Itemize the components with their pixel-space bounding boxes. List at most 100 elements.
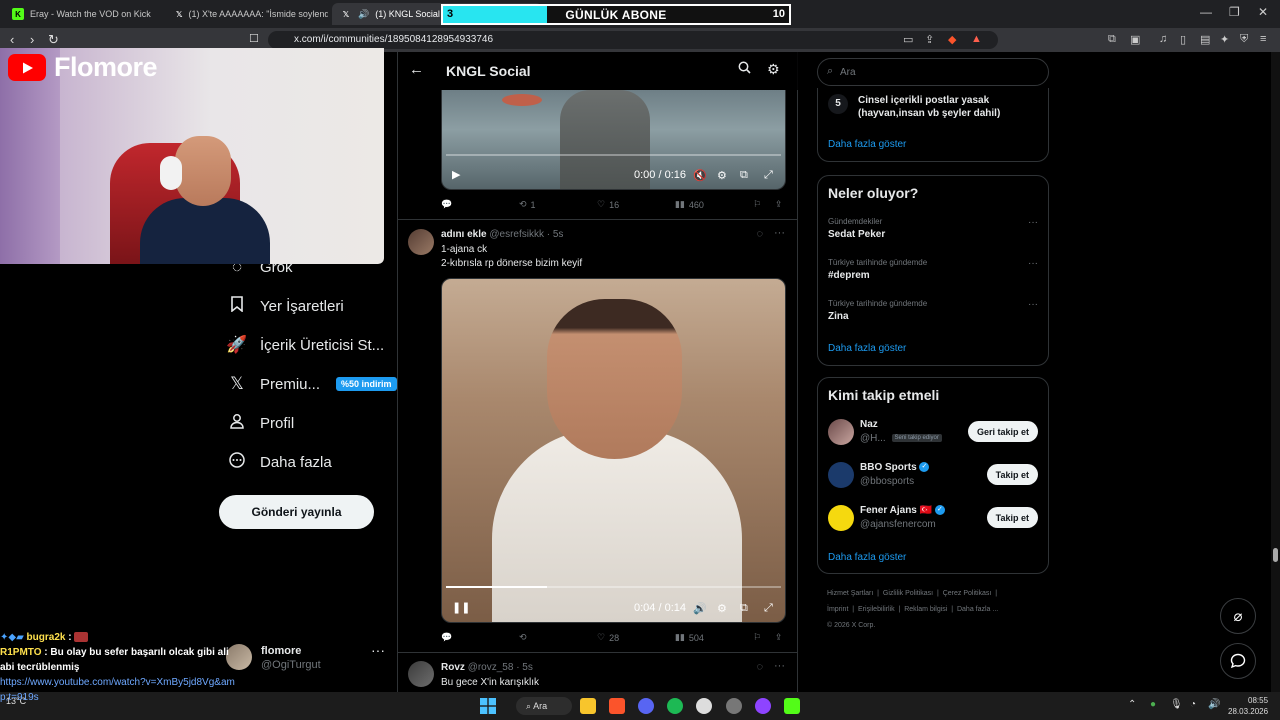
follow-suggestion-name[interactable]: BBO Sports — [860, 462, 917, 473]
video-progress[interactable] — [446, 586, 781, 588]
file-explorer-icon[interactable] — [580, 698, 596, 714]
music-icon[interactable]: ♫ — [1159, 33, 1167, 45]
minimize-icon[interactable]: — — [1200, 5, 1212, 19]
reply-icon[interactable]: 💬 — [441, 632, 452, 643]
microphone-icon[interactable]: 🎙 — [1170, 699, 1183, 710]
trend-name[interactable]: Sedat Peker — [828, 229, 885, 240]
tray-chevron-icon[interactable]: ⌃ — [1128, 699, 1136, 710]
footer-link[interactable]: Çerez Politikası — [943, 590, 992, 597]
obs-icon[interactable] — [696, 698, 712, 714]
sidebar-item-premium[interactable]: 𝕏 Premiu... %50 indirim — [226, 369, 397, 399]
pause-icon[interactable]: ❚❚ — [452, 601, 470, 614]
trend-name[interactable]: #deprem — [828, 270, 870, 281]
fullscreen-icon[interactable]: ⤢ — [764, 169, 773, 182]
video-settings-icon[interactable]: ⚙ — [717, 169, 727, 182]
follow-button[interactable]: Takip et — [986, 507, 1038, 528]
follow-back-button[interactable]: Geri takip et — [967, 421, 1038, 442]
messages-fab-icon[interactable] — [1220, 643, 1256, 679]
discord-icon[interactable] — [638, 698, 654, 714]
chat-link[interactable]: https://www.youtube.com/watch?v=XmBy5jd8… — [0, 677, 235, 703]
footer-link[interactable]: Erişilebilirlik — [858, 606, 895, 613]
sidebar-item-bookmarks[interactable]: Yer İşaretleri — [226, 291, 344, 321]
mute-icon[interactable]: 🔇 — [693, 169, 707, 182]
grok-post-icon[interactable]: ◌ — [756, 661, 763, 673]
pip-icon[interactable]: ⧉ — [740, 169, 748, 182]
sidebar-item-creator-studio[interactable]: 🚀 İçerik Üreticisi St... — [226, 330, 384, 360]
trends-show-more-link[interactable]: Daha fazla göster — [828, 343, 906, 354]
avatar[interactable] — [828, 419, 854, 445]
repost-icon[interactable]: ⟲ — [519, 632, 527, 643]
tab-kick[interactable]: K Eray - Watch the VOD on Kick — [4, 3, 164, 25]
volume-icon[interactable]: 🔊 — [693, 602, 707, 615]
trend-more-icon[interactable]: ··· — [1028, 299, 1038, 310]
footer-link[interactable]: Reklam bilgisi — [904, 606, 947, 613]
author-name[interactable]: adını ekle — [441, 229, 487, 240]
trend-more-icon[interactable]: ··· — [1028, 258, 1038, 269]
follow-suggestion-name[interactable]: Fener Ajans — [860, 505, 917, 516]
bbo-logo-icon[interactable] — [828, 462, 854, 488]
tab-x-1[interactable]: 𝕏 (1) X'te AAAAAAA: "İsmide soylendi — [168, 3, 328, 25]
settings-gear-icon[interactable]: ⚙ — [767, 61, 780, 78]
extensions-icon[interactable]: ⧉ — [1108, 33, 1116, 46]
views-button[interactable]: ▮▮ 460 — [675, 199, 704, 210]
footer-link[interactable]: Daha fazla ... — [957, 606, 998, 613]
restore-icon[interactable]: ❐ — [1229, 5, 1240, 19]
trend-more-icon[interactable]: ··· — [1028, 217, 1038, 228]
url-field[interactable]: x.com/i/communities/1895084128954933746 — [268, 31, 998, 49]
app-icon[interactable] — [726, 698, 742, 714]
avatar[interactable] — [408, 661, 434, 687]
brave-shield-icon[interactable]: ◆ — [948, 33, 956, 46]
sidebar-item-more[interactable]: Daha fazla — [226, 447, 332, 477]
follow-suggestion-name[interactable]: Naz — [860, 419, 878, 430]
bookmark-post-icon[interactable]: ⚐ — [753, 632, 761, 643]
views-button[interactable]: ▮▮ 504 — [675, 632, 704, 643]
page-scrollbar[interactable] — [1271, 52, 1280, 692]
forward-icon[interactable]: › — [30, 32, 34, 47]
rules-show-more-link[interactable]: Daha fazla göster — [828, 139, 906, 150]
video-settings-icon[interactable]: ⚙ — [717, 602, 727, 615]
taskbar-search[interactable]: ⌕ Ara — [516, 697, 572, 715]
reload-icon[interactable]: ↻ — [48, 32, 59, 48]
video-player[interactable]: ▶ 0:00 / 0:16 🔇 ⚙ ⧉ ⤢ — [441, 90, 786, 190]
play-icon[interactable]: ▶ — [452, 168, 460, 181]
search-icon[interactable] — [738, 61, 751, 77]
author-name[interactable]: Rovz — [441, 662, 465, 673]
like-button[interactable]: ♡ 28 — [597, 632, 619, 643]
start-button-icon[interactable] — [480, 698, 496, 714]
bookmark-post-icon[interactable]: ⚐ — [753, 199, 761, 210]
fener-ajans-logo-icon[interactable] — [828, 505, 854, 531]
sidebar-item-profile[interactable]: Profil — [226, 408, 294, 438]
fullscreen-icon[interactable]: ⤢ — [764, 602, 773, 615]
pip-icon[interactable]: ⧉ — [740, 602, 748, 615]
repost-button[interactable]: ⟲ 1 — [519, 199, 536, 210]
footer-link[interactable]: İmprint — [827, 606, 848, 613]
follow-button[interactable]: Takip et — [986, 464, 1038, 485]
spotify-icon[interactable] — [667, 698, 683, 714]
brave-rewards-icon[interactable]: ▲ — [971, 33, 982, 45]
back-arrow-icon[interactable]: ← — [409, 61, 424, 78]
post-more-icon[interactable]: ··· — [774, 227, 785, 239]
post-button[interactable]: Gönderi yayınla — [219, 495, 374, 529]
reply-icon[interactable]: 💬 — [441, 199, 452, 210]
tray-app-icon[interactable]: ● — [1150, 699, 1156, 710]
search-input[interactable]: ⌕ Ara — [817, 58, 1049, 86]
wallet-icon[interactable]: ▤ — [1200, 33, 1210, 46]
footer-link[interactable]: Hizmet Şartları — [827, 590, 873, 597]
like-button[interactable]: ♡ 16 — [597, 199, 619, 210]
menu-icon[interactable]: ≡ — [1260, 33, 1266, 45]
share-post-icon[interactable]: ⇪ — [775, 199, 783, 210]
sidebar-toggle-icon[interactable]: ▯ — [1180, 33, 1186, 46]
kick-app-icon[interactable] — [784, 698, 800, 714]
who-to-follow-show-more-link[interactable]: Daha fazla göster — [828, 552, 906, 563]
share-post-icon[interactable]: ⇪ — [775, 632, 783, 643]
bookmark-page-icon[interactable]: ☐ — [249, 32, 259, 45]
clock[interactable]: 08:55 28.03.2026 — [1228, 695, 1268, 717]
grok-post-icon[interactable]: ◌ — [756, 228, 763, 240]
post-more-icon[interactable]: ··· — [774, 660, 785, 672]
leo-ai-icon[interactable]: ✦ — [1220, 33, 1229, 46]
trend-name[interactable]: Zina — [828, 311, 849, 322]
account-switcher[interactable]: flomore @OgiTurgut ··· — [226, 642, 386, 676]
scrollbar-thumb[interactable] — [1273, 548, 1278, 562]
video-progress[interactable] — [446, 154, 781, 156]
back-icon[interactable]: ‹ — [10, 32, 14, 47]
